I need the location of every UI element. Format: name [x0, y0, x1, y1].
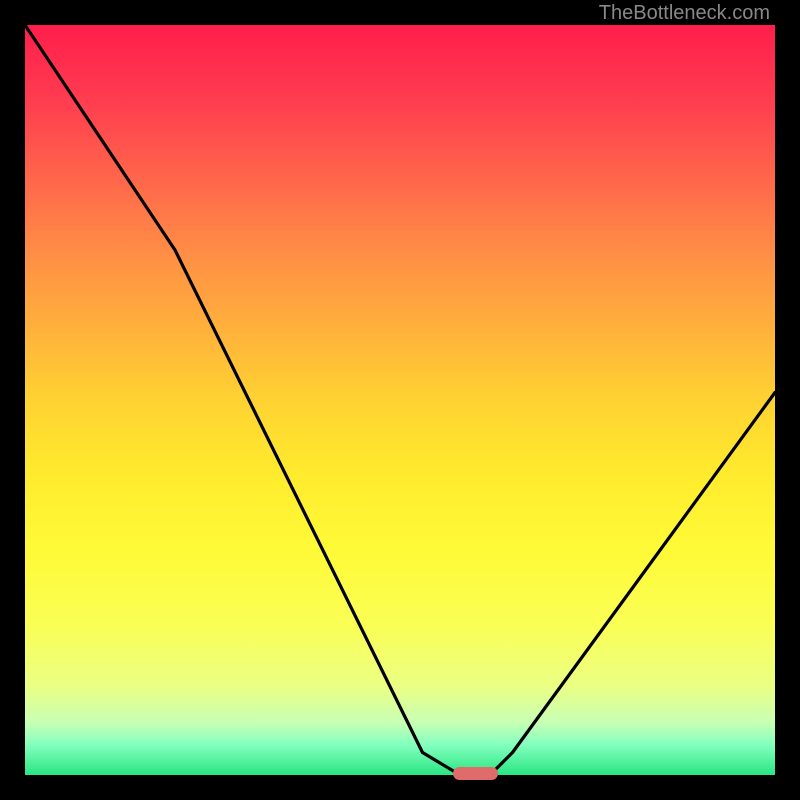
minimum-marker: [453, 767, 498, 780]
chart-container: TheBottleneck.com: [0, 0, 800, 800]
attribution-label: TheBottleneck.com: [599, 2, 770, 25]
bottleneck-curve: [25, 25, 775, 775]
plot-area: [25, 25, 775, 775]
